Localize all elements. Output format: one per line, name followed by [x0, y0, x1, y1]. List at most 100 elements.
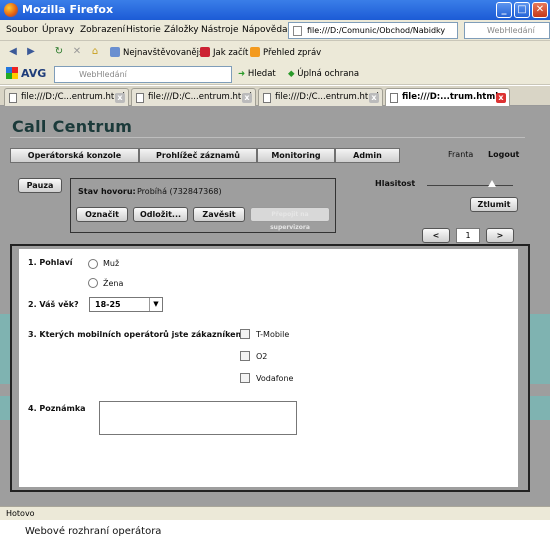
option-male-label: Muž [103, 259, 120, 268]
window-title: Mozilla Firefox [22, 3, 114, 16]
firefox-logo-icon [4, 3, 18, 17]
bookmark-folder-icon [110, 47, 120, 57]
age-select[interactable]: 18-25 ▼ [89, 297, 163, 312]
chevron-down-icon: ▼ [149, 298, 162, 311]
menu-history[interactable]: Historie [126, 25, 161, 35]
next-page-button[interactable]: > [486, 228, 514, 243]
question-operators: 3. Kterých mobilních operátorů jste záka… [28, 330, 249, 339]
status-bar: Hotovo [0, 506, 550, 520]
pause-button[interactable]: Pauza [18, 178, 62, 193]
tab-close-icon[interactable]: x [496, 93, 506, 103]
avg-search-placeholder: WebHledání [79, 70, 127, 79]
menu-tools[interactable]: Nástroje [201, 25, 239, 35]
bookmark-label: Nejnavštěvovanější [123, 48, 206, 58]
age-select-value: 18-25 [95, 300, 121, 309]
web-search-input[interactable]: WebHledání [464, 22, 550, 39]
firefox-bookmark-icon [200, 47, 210, 57]
tab-close-icon[interactable]: x [115, 93, 125, 103]
volume-slider-thumb[interactable] [487, 180, 496, 187]
browser-tab[interactable]: file:///D:/C...entrum.html x [258, 88, 383, 106]
bookmark-most-visited[interactable]: Nejnavštěvovanější [110, 47, 206, 58]
volume-slider[interactable] [427, 185, 513, 186]
transfer-button[interactable]: Přepojit na supervizora [250, 207, 330, 231]
page-number-input[interactable]: 1 [456, 228, 480, 243]
avg-logo[interactable]: AVG [6, 67, 46, 80]
title-divider [10, 137, 525, 138]
avg-logo-text: AVG [21, 67, 47, 80]
avg-logo-icon [6, 67, 18, 79]
avg-search-input[interactable]: WebHledání [54, 66, 232, 83]
back-icon[interactable]: ◀ [6, 44, 20, 60]
close-window-button[interactable]: ✕ [532, 2, 548, 18]
mark-call-button[interactable]: Označit [76, 207, 128, 222]
nav-record-browser[interactable]: Prohlížeč záznamů [139, 148, 257, 163]
radio-male[interactable] [88, 259, 98, 269]
option-female-label: Žena [103, 279, 124, 288]
menu-file[interactable]: Soubor [6, 25, 38, 35]
page-icon [293, 26, 302, 36]
app-title: Call Centrum [12, 117, 133, 136]
shield-icon: ◆ [288, 69, 295, 79]
menu-help[interactable]: Nápověda [242, 25, 288, 35]
question-gender: 1. Pohlaví [28, 258, 73, 267]
bookmark-news[interactable]: Přehled zpráv [250, 47, 321, 58]
status-text: Hotovo [6, 509, 35, 518]
postpone-call-button[interactable]: Odložit... [133, 207, 188, 222]
current-user: Franta [448, 150, 474, 159]
avg-protection[interactable]: ◆ Úplná ochrana [288, 69, 359, 79]
call-status-value: Probíhá (732847368) [137, 187, 222, 196]
browser-tab-active[interactable]: file:///D:...trum.html x [385, 88, 510, 107]
question-age: 2. Váš věk? [28, 300, 79, 309]
bookmark-label: Jak začít [213, 48, 249, 58]
mute-button[interactable]: Ztlumit [470, 197, 518, 212]
hang-up-button[interactable]: Zavěsit [193, 207, 245, 222]
nav-monitoring[interactable]: Monitoring [257, 148, 335, 163]
volume-label: Hlasitost [375, 179, 416, 188]
home-icon[interactable]: ⌂ [88, 44, 102, 60]
nav-operator-console[interactable]: Operátorská konzole [10, 148, 139, 163]
minimize-button[interactable]: _ [496, 2, 512, 18]
address-bar[interactable]: file:///D:/Comunic/Obchod/Nabidky [288, 22, 458, 39]
maximize-button[interactable]: □ [514, 2, 530, 18]
reload-icon[interactable]: ↻ [52, 44, 66, 60]
bookmark-label: Přehled zpráv [263, 48, 322, 58]
page-icon [136, 93, 144, 103]
tab-close-icon[interactable]: x [242, 93, 252, 103]
tab-label: file:///D:/C...entrum.html [21, 92, 125, 102]
tab-label: file:///D:/C...entrum.html [148, 92, 252, 102]
browser-tab[interactable]: file:///D:/C...entrum.html x [131, 88, 256, 106]
tab-close-icon[interactable]: x [369, 93, 379, 103]
figure-caption: Webové rozhraní operátora [25, 526, 162, 537]
forward-icon[interactable]: ▶ [24, 44, 38, 60]
go-arrow-icon: ➜ [238, 69, 246, 79]
avg-search-button[interactable]: ➜ Hledat [238, 69, 276, 79]
prev-page-button[interactable]: < [422, 228, 450, 243]
menu-edit[interactable]: Úpravy [42, 25, 74, 35]
menu-bookmarks[interactable]: Záložky [164, 25, 199, 35]
window-titlebar: Mozilla Firefox _ □ ✕ [0, 0, 550, 20]
menu-view[interactable]: Zobrazení [80, 25, 125, 35]
option-vodafone-label: Vodafone [256, 374, 294, 383]
stop-icon[interactable]: ✕ [70, 44, 84, 60]
tab-strip: file:///D:/C...entrum.html x file:///D:/C… [0, 86, 550, 107]
nav-admin[interactable]: Admin [335, 148, 400, 163]
bookmark-getting-started[interactable]: Jak začít [200, 47, 248, 58]
note-textarea[interactable] [99, 401, 297, 435]
checkbox-vodafone[interactable] [240, 373, 250, 383]
navigation-toolbar: ◀ ▶ ↻ ✕ ⌂ Nejnavštěvovanější Jak začít P… [0, 41, 550, 63]
logout-link[interactable]: Logout [488, 150, 519, 159]
avg-toolbar: AVG WebHledání ➜ Hledat ◆ Úplná ochrana [0, 63, 550, 85]
radio-female[interactable] [88, 278, 98, 288]
avg-search-button-label: Hledat [247, 69, 276, 79]
call-panel: Stav hovoru: Probíhá (732847368) Označit… [70, 178, 336, 233]
checkbox-tmobile[interactable] [240, 329, 250, 339]
rss-icon [250, 47, 260, 57]
page-icon [9, 93, 17, 103]
checkbox-o2[interactable] [240, 351, 250, 361]
tab-label: file:///D:/C...entrum.html [275, 92, 379, 102]
browser-tab[interactable]: file:///D:/C...entrum.html x [4, 88, 129, 106]
address-url: file:///D:/Comunic/Obchod/Nabidky [307, 26, 446, 35]
option-o2-label: O2 [256, 352, 268, 361]
question-note: 4. Poznámka [28, 404, 86, 413]
call-status-label: Stav hovoru: [78, 187, 136, 196]
